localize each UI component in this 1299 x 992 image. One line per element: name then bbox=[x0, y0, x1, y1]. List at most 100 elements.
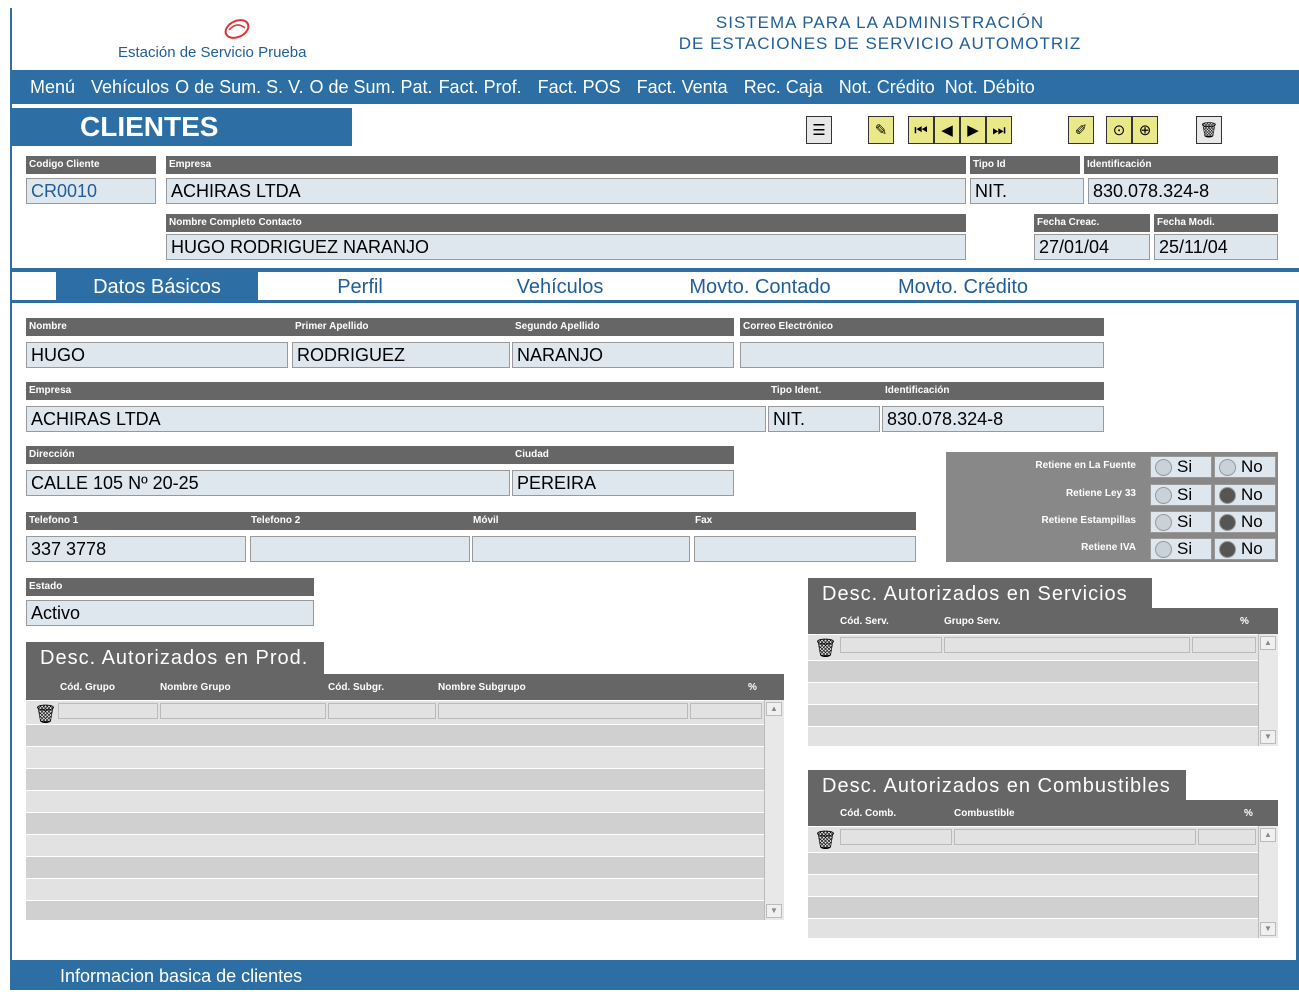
scroll-down-icon[interactable]: ▼ bbox=[1260, 922, 1276, 936]
menu-item-fact-prof[interactable]: Fact. Prof. bbox=[439, 77, 522, 98]
tab-vehiculos[interactable]: Vehículos bbox=[490, 272, 630, 302]
tipo-id-field[interactable]: NIT. bbox=[970, 178, 1084, 204]
menu-item-os-sv[interactable]: O de Sum. S. V. bbox=[175, 77, 303, 98]
tipo-ident-field[interactable]: NIT. bbox=[768, 406, 880, 432]
nombre-field[interactable]: HUGO bbox=[26, 342, 288, 368]
scroll-up-icon[interactable]: ▲ bbox=[1260, 828, 1276, 842]
scroll-up-icon[interactable]: ▲ bbox=[1260, 636, 1276, 650]
radio-si[interactable]: Si bbox=[1150, 484, 1212, 506]
menu-item-vehiculos[interactable]: Vehículos bbox=[91, 77, 169, 98]
table-row[interactable] bbox=[808, 874, 1258, 896]
menu-item-menu[interactable]: Menú bbox=[30, 77, 75, 98]
tab-movto-credito[interactable]: Movto. Crédito bbox=[880, 272, 1046, 302]
trash-icon[interactable]: 🗑 bbox=[814, 831, 837, 849]
menu-item-not-debito[interactable]: Not. Débito bbox=[945, 77, 1035, 98]
scroll-down-icon[interactable]: ▼ bbox=[1260, 730, 1276, 744]
new-record-icon[interactable]: ✎ bbox=[868, 116, 894, 144]
telefono1-field[interactable]: 337 3778 bbox=[26, 536, 246, 562]
next-record-icon[interactable]: ▶ bbox=[960, 116, 986, 144]
delete-icon[interactable]: 🗑 bbox=[1196, 116, 1222, 144]
column-header: Cód. Serv. bbox=[840, 616, 889, 627]
table-cell[interactable] bbox=[954, 829, 1196, 845]
table-row[interactable] bbox=[26, 724, 764, 746]
table-row[interactable] bbox=[26, 834, 764, 856]
table-cell[interactable] bbox=[58, 703, 158, 719]
radio-no[interactable]: No bbox=[1214, 538, 1276, 560]
table-row[interactable] bbox=[26, 768, 764, 790]
table-cell[interactable] bbox=[944, 637, 1190, 653]
table-row[interactable] bbox=[808, 726, 1258, 746]
table-row[interactable] bbox=[808, 682, 1258, 704]
menu-item-fact-pos[interactable]: Fact. POS bbox=[538, 77, 621, 98]
table-cell[interactable] bbox=[1198, 829, 1256, 845]
tab-perfil[interactable]: Perfil bbox=[300, 272, 420, 302]
menu-item-fact-venta[interactable]: Fact. Venta bbox=[637, 77, 728, 98]
scrollbar[interactable]: ▲ ▼ bbox=[764, 700, 784, 920]
radio-si[interactable]: Si bbox=[1150, 456, 1212, 478]
correo-field[interactable] bbox=[740, 342, 1104, 368]
table-cell[interactable] bbox=[328, 703, 436, 719]
estado-field[interactable]: Activo bbox=[26, 600, 314, 626]
codigo-field[interactable]: CR0010 bbox=[26, 178, 156, 204]
scroll-down-icon[interactable]: ▼ bbox=[766, 904, 782, 918]
table-cell[interactable] bbox=[840, 637, 942, 653]
table-cell[interactable] bbox=[438, 703, 688, 719]
radio-dot-icon bbox=[1155, 459, 1172, 476]
table-row[interactable] bbox=[26, 878, 764, 900]
trash-icon[interactable]: 🗑 bbox=[34, 705, 57, 723]
scrollbar[interactable]: ▲ ▼ bbox=[1258, 826, 1278, 938]
ciudad-field[interactable]: PEREIRA bbox=[512, 470, 734, 496]
table-row[interactable] bbox=[26, 812, 764, 834]
menu-item-not-credito[interactable]: Not. Crédito bbox=[839, 77, 935, 98]
empresa-field[interactable]: ACHIRAS LTDA bbox=[166, 178, 966, 204]
empresa2-field[interactable]: ACHIRAS LTDA bbox=[26, 406, 766, 432]
search-icon[interactable]: ⊙ bbox=[1106, 116, 1132, 144]
table-cell[interactable] bbox=[690, 703, 762, 719]
table-cell[interactable] bbox=[840, 829, 952, 845]
list-icon[interactable]: ☰ bbox=[806, 116, 832, 144]
trash-icon[interactable]: 🗑 bbox=[814, 639, 837, 657]
contacto-field[interactable]: HUGO RODRIGUEZ NARANJO bbox=[166, 234, 966, 260]
search-advanced-icon[interactable]: ⊕ bbox=[1132, 116, 1158, 144]
fecha-crea-field[interactable]: 27/01/04 bbox=[1034, 234, 1150, 260]
edit-icon[interactable]: ✐ bbox=[1068, 116, 1094, 144]
menu-item-os-pat[interactable]: O de Sum. Pat. bbox=[310, 77, 433, 98]
table-row[interactable] bbox=[26, 790, 764, 812]
radio-si[interactable]: Si bbox=[1150, 538, 1212, 560]
table-row[interactable] bbox=[26, 900, 764, 920]
table-row[interactable]: 🗑 bbox=[808, 634, 1258, 660]
table-row[interactable]: 🗑 bbox=[26, 700, 764, 724]
menu-item-rec-caja[interactable]: Rec. Caja bbox=[744, 77, 823, 98]
radio-no-label: No bbox=[1241, 539, 1263, 558]
table-row[interactable] bbox=[808, 918, 1258, 938]
scroll-up-icon[interactable]: ▲ bbox=[766, 702, 782, 716]
radio-no[interactable]: No bbox=[1214, 511, 1276, 533]
table-row[interactable] bbox=[808, 704, 1258, 726]
direccion-field[interactable]: CALLE 105 Nº 20-25 bbox=[26, 470, 510, 496]
first-record-icon[interactable]: ⏮ bbox=[908, 116, 934, 144]
table-row[interactable] bbox=[26, 856, 764, 878]
fax-field[interactable] bbox=[694, 536, 916, 562]
table-cell[interactable] bbox=[1192, 637, 1256, 653]
telefono2-field[interactable] bbox=[250, 536, 470, 562]
radio-si[interactable]: Si bbox=[1150, 511, 1212, 533]
table-row[interactable] bbox=[808, 660, 1258, 682]
table-row[interactable] bbox=[808, 896, 1258, 918]
apellido2-field[interactable]: NARANJO bbox=[512, 342, 734, 368]
scrollbar[interactable]: ▲ ▼ bbox=[1258, 634, 1278, 746]
fecha-modi-field[interactable]: 25/11/04 bbox=[1154, 234, 1278, 260]
radio-no[interactable]: No bbox=[1214, 484, 1276, 506]
table-row[interactable] bbox=[808, 852, 1258, 874]
table-row[interactable] bbox=[26, 746, 764, 768]
last-record-icon[interactable]: ⏭ bbox=[986, 116, 1012, 144]
tab-movto-contado[interactable]: Movto. Contado bbox=[670, 272, 850, 302]
table-cell[interactable] bbox=[160, 703, 326, 719]
identificacion-field[interactable]: 830.078.324-8 bbox=[1088, 178, 1278, 204]
table-row[interactable]: 🗑 bbox=[808, 826, 1258, 852]
ident-field[interactable]: 830.078.324-8 bbox=[882, 406, 1104, 432]
tab-datos-basicos[interactable]: Datos Básicos bbox=[56, 272, 258, 302]
apellido1-field[interactable]: RODRIGUEZ bbox=[292, 342, 510, 368]
radio-no[interactable]: No bbox=[1214, 456, 1276, 478]
prev-record-icon[interactable]: ◀ bbox=[934, 116, 960, 144]
movil-field[interactable] bbox=[472, 536, 690, 562]
